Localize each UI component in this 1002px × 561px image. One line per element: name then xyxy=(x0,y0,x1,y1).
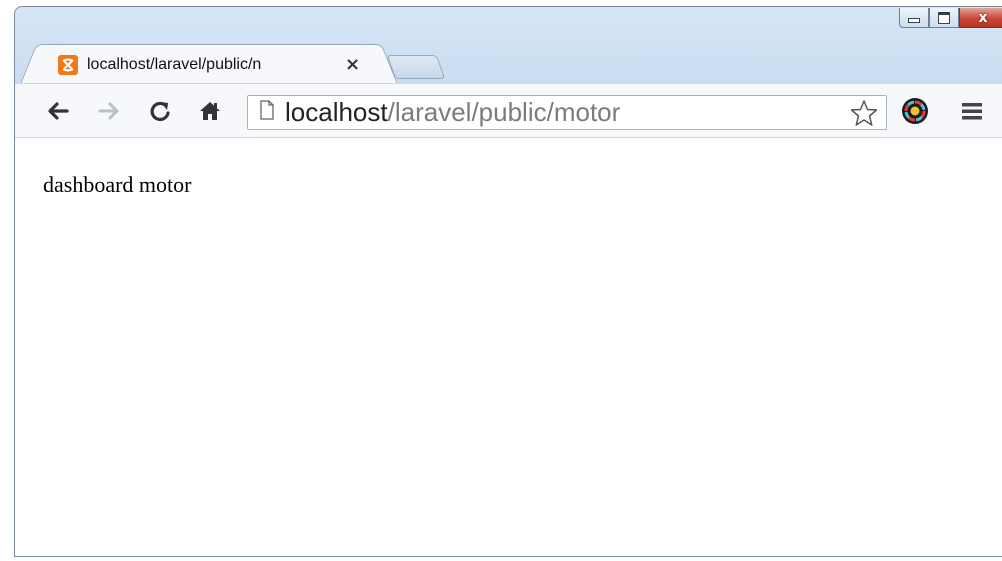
new-tab-button[interactable] xyxy=(386,55,446,79)
xampp-icon xyxy=(58,54,78,75)
forward-arrow-icon xyxy=(98,102,119,120)
reload-button[interactable] xyxy=(143,92,177,130)
close-icon: x xyxy=(978,9,988,26)
url-host: localhost xyxy=(285,97,388,127)
home-icon xyxy=(200,102,220,120)
page-text: dashboard motor xyxy=(43,172,192,197)
url-path: /laravel/public/motor xyxy=(387,97,621,127)
star-icon[interactable] xyxy=(850,99,878,132)
window-controls: x xyxy=(899,8,1002,30)
back-arrow-icon xyxy=(48,102,69,120)
toolbar: localhost/laravel/public/motor xyxy=(15,83,1002,137)
reload-icon xyxy=(150,101,170,122)
back-button[interactable] xyxy=(41,92,75,130)
forward-button[interactable] xyxy=(92,92,126,130)
url-text: localhost/laravel/public/motor xyxy=(285,97,620,128)
page-content: dashboard motor xyxy=(15,137,1002,556)
home-button[interactable] xyxy=(193,92,227,130)
maximize-icon xyxy=(938,11,950,24)
page-icon xyxy=(259,100,275,125)
maximize-button[interactable] xyxy=(929,8,959,28)
close-window-button[interactable]: x xyxy=(959,8,1002,28)
tab-title: localhost/laravel/public/n xyxy=(87,55,262,73)
extension-icon[interactable] xyxy=(900,96,930,131)
browser-tab[interactable]: localhost/laravel/public/n × xyxy=(39,44,379,84)
address-bar[interactable]: localhost/laravel/public/motor xyxy=(247,95,887,130)
minimize-icon xyxy=(908,18,920,23)
browser-window: x localhost/laravel/public/n × localhost… xyxy=(14,6,1002,557)
tab-close-icon[interactable]: × xyxy=(345,54,360,75)
minimize-button[interactable] xyxy=(899,8,929,28)
hamburger-menu-icon[interactable] xyxy=(959,96,985,131)
